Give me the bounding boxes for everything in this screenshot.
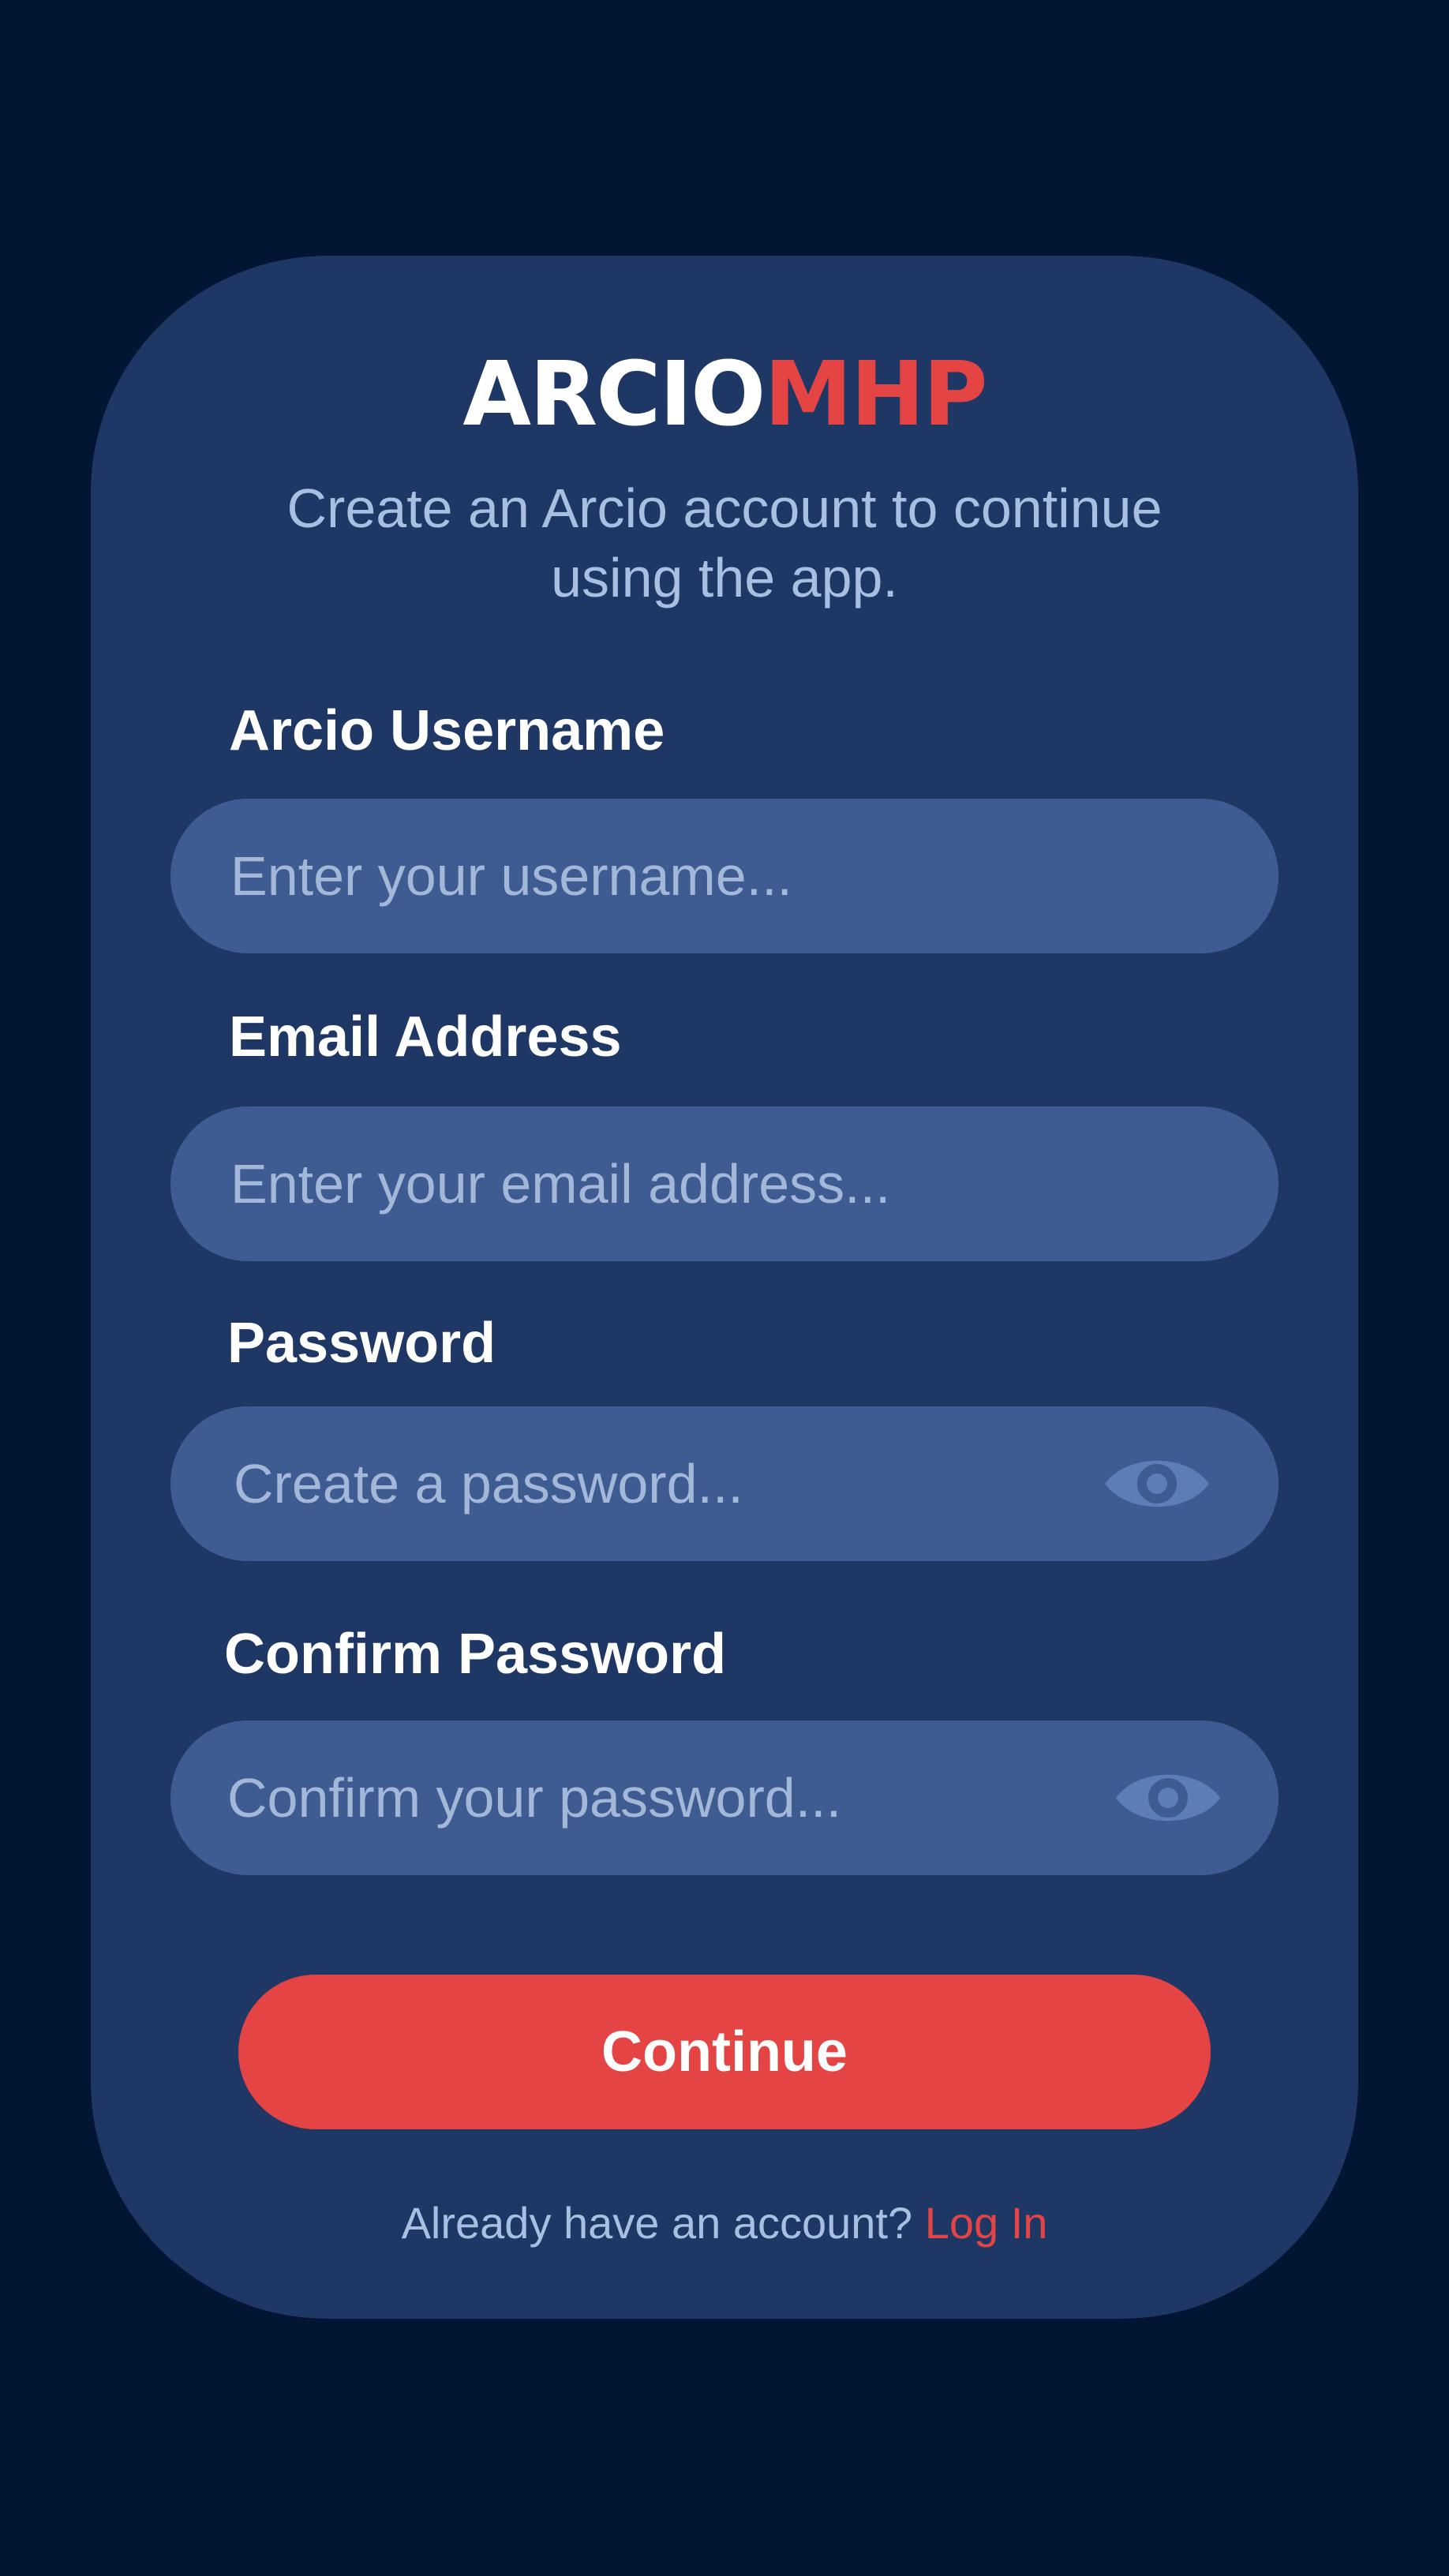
login-prompt: Already have an account? Log In [91, 2196, 1358, 2251]
confirm-password-placeholder: Confirm your password... [227, 1767, 842, 1829]
password-label: Password [227, 1312, 496, 1375]
app-logo: ARCIOMHP [91, 347, 1358, 442]
username-label: Arcio Username [229, 699, 665, 762]
username-placeholder: Enter your username... [230, 845, 792, 907]
login-prompt-text: Already have an account? [401, 2198, 913, 2248]
continue-button[interactable]: Continue [238, 1975, 1211, 2129]
password-placeholder: Create a password... [234, 1453, 743, 1515]
signup-subtitle: Create an Arcio account to continue usin… [286, 477, 1163, 608]
login-link[interactable]: Log In [925, 2198, 1048, 2248]
email-placeholder: Enter your email address... [230, 1153, 891, 1215]
confirm-password-field[interactable]: Confirm your password... [170, 1720, 1279, 1875]
signup-card: ARCIOMHP Create an Arcio account to cont… [91, 256, 1358, 2319]
eye-icon[interactable] [1114, 1765, 1222, 1830]
password-field[interactable]: Create a password... [170, 1406, 1279, 1561]
eye-icon[interactable] [1103, 1451, 1211, 1516]
email-field[interactable]: Enter your email address... [170, 1106, 1279, 1261]
logo-primary-text: ARCIO [462, 343, 766, 446]
confirm-password-label: Confirm Password [224, 1623, 727, 1686]
email-label: Email Address [229, 1005, 622, 1069]
username-field[interactable]: Enter your username... [170, 799, 1279, 953]
logo-secondary-text: MHP [764, 343, 987, 446]
